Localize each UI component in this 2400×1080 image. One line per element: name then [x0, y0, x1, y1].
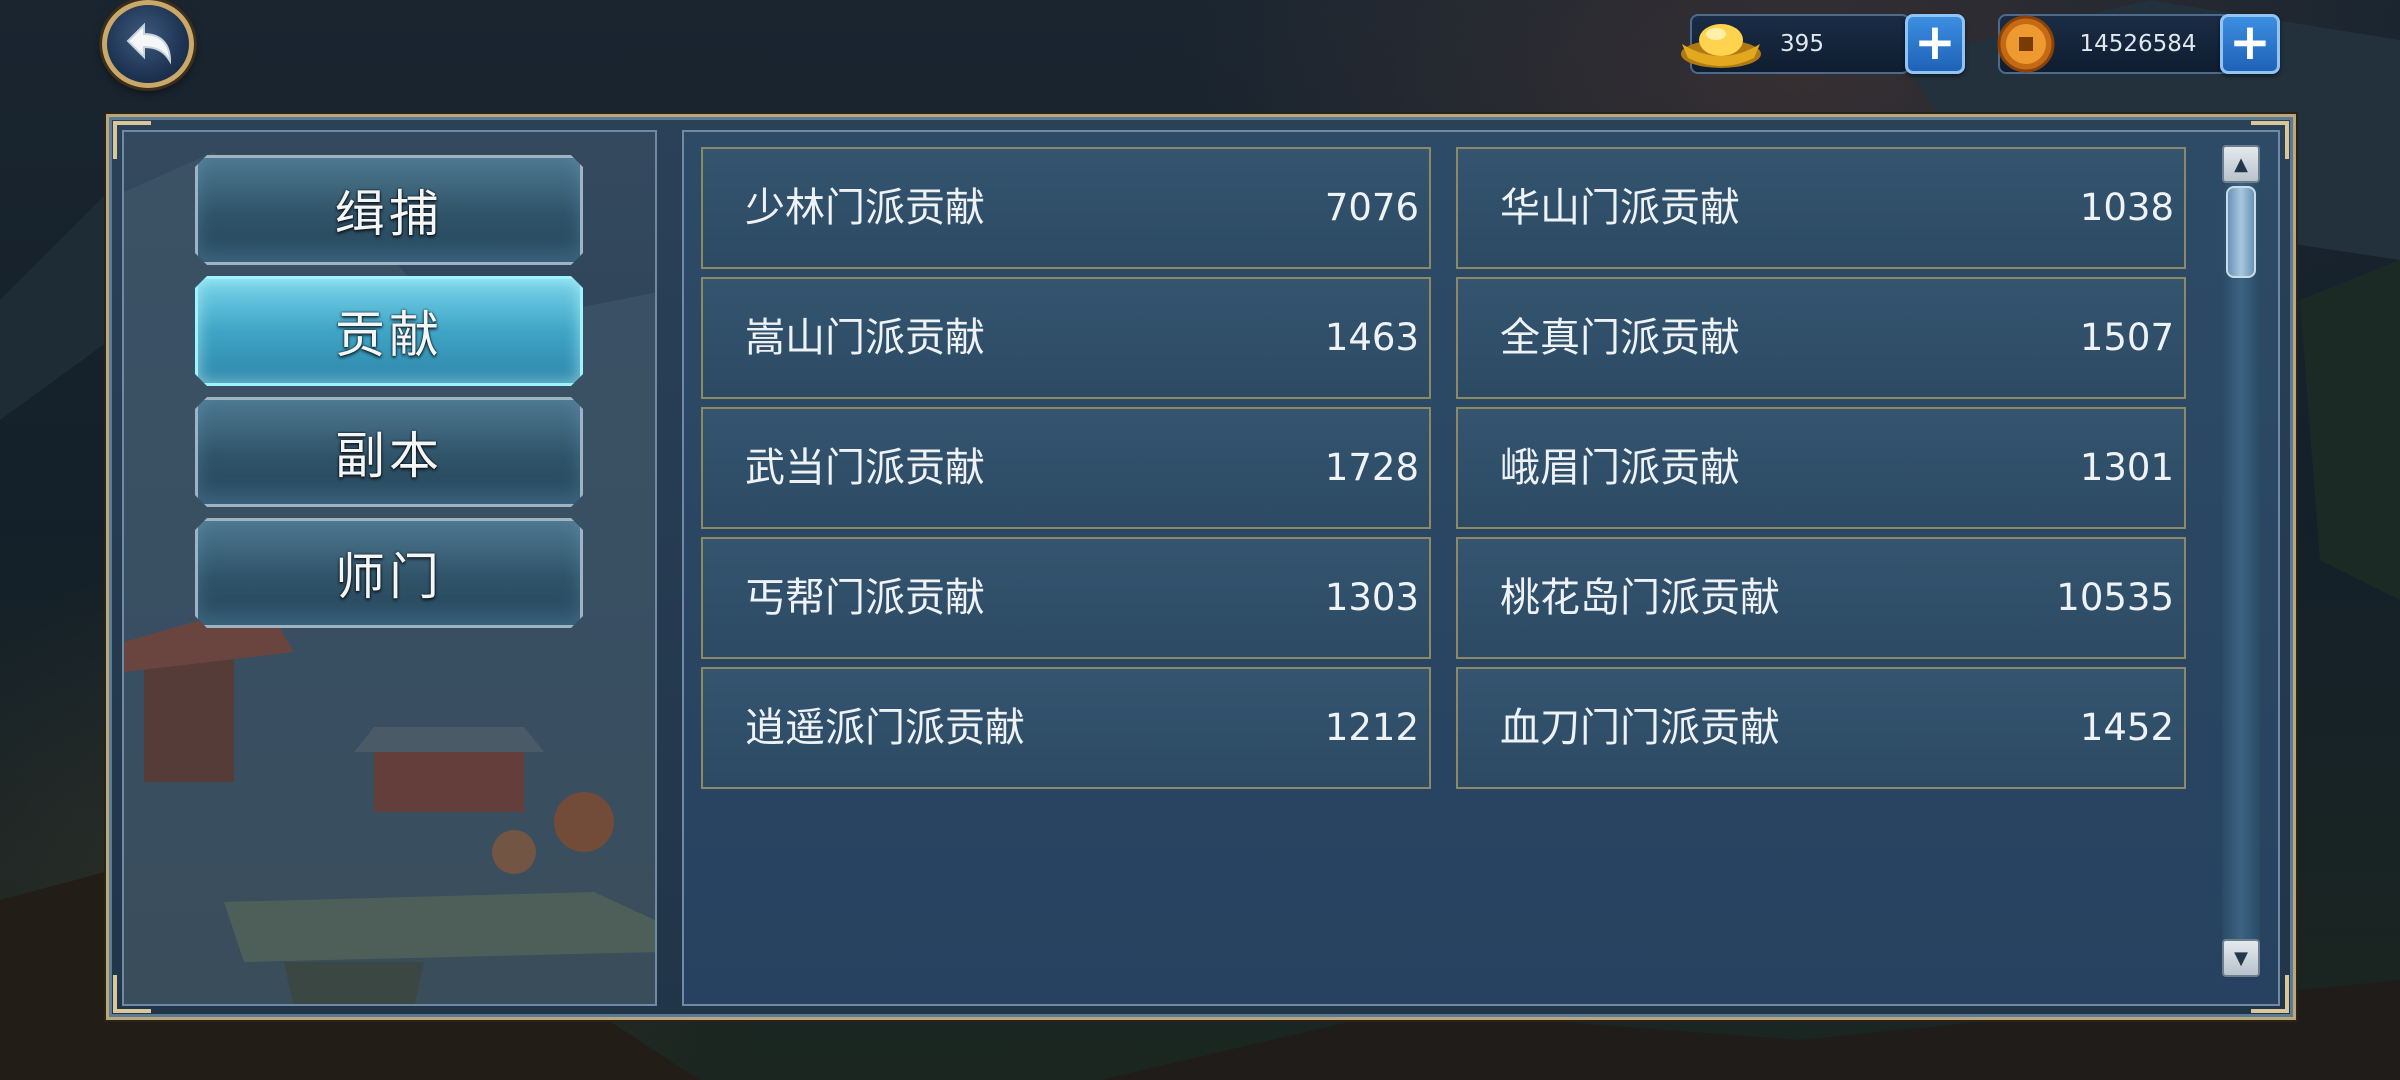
contribution-cell: 峨眉门派贡献 1301 — [1456, 407, 2186, 529]
sect-name: 全真门派贡献 — [1500, 315, 1740, 361]
back-button[interactable] — [102, 0, 194, 88]
contribution-value: 7076 — [1324, 186, 1419, 229]
copper-coin-icon — [1997, 15, 2055, 73]
contribution-value: 1728 — [1324, 446, 1419, 489]
contribution-cell: 少林门派贡献 7076 — [701, 147, 1431, 269]
sect-name: 华山门派贡献 — [1500, 185, 1740, 231]
tab-contribution[interactable]: 贡献 — [195, 276, 583, 386]
contribution-cell: 血刀门门派贡献 1452 — [1456, 667, 2186, 789]
copper-coin-amount: 14526584 — [2079, 31, 2197, 57]
sect-name: 丐帮门派贡献 — [745, 575, 985, 621]
sect-name: 桃花岛门派贡献 — [1500, 575, 1780, 621]
arrow-down-icon: ▼ — [2234, 947, 2248, 969]
sect-name: 逍遥派门派贡献 — [745, 705, 1025, 751]
tab-sect-label: 师门 — [335, 548, 443, 606]
add-gold-ingot-button[interactable]: + — [1905, 14, 1965, 74]
contribution-cell: 嵩山门派贡献 1463 — [701, 277, 1431, 399]
sect-name: 武当门派贡献 — [745, 445, 985, 491]
gold-ingot-icon — [1681, 24, 1761, 68]
contribution-cell: 丐帮门派贡献 1303 — [701, 537, 1431, 659]
sect-name: 少林门派贡献 — [745, 185, 985, 231]
tab-capture-label: 缉捕 — [335, 185, 443, 243]
contribution-value: 1301 — [2079, 446, 2174, 489]
contribution-value: 1038 — [2079, 186, 2174, 229]
sect-name: 峨眉门派贡献 — [1500, 445, 1740, 491]
sect-name: 嵩山门派贡献 — [745, 315, 985, 361]
contribution-value: 1463 — [1324, 316, 1419, 359]
tab-dungeon-label: 副本 — [335, 427, 443, 485]
contribution-cell: 华山门派贡献 1038 — [1456, 147, 2186, 269]
contribution-cell: 武当门派贡献 1728 — [701, 407, 1431, 529]
contribution-value: 1212 — [1324, 706, 1419, 749]
contribution-value: 1303 — [1324, 576, 1419, 619]
contribution-value: 1507 — [2079, 316, 2174, 359]
contribution-cell: 逍遥派门派贡献 1212 — [701, 667, 1431, 789]
contribution-cell: 桃花岛门派贡献 10535 — [1456, 537, 2186, 659]
scroll-down-button[interactable]: ▼ — [2222, 939, 2260, 977]
tab-capture[interactable]: 缉捕 — [195, 155, 583, 265]
add-copper-coin-button[interactable]: + — [2220, 14, 2280, 74]
tab-contribution-label: 贡献 — [335, 306, 443, 364]
contribution-cell: 全真门派贡献 1507 — [1456, 277, 2186, 399]
sect-name: 血刀门门派贡献 — [1500, 705, 1780, 751]
arrow-up-icon: ▲ — [2234, 153, 2248, 175]
tab-sect[interactable]: 师门 — [195, 518, 583, 628]
tab-dungeon[interactable]: 副本 — [195, 397, 583, 507]
contribution-value: 10535 — [2056, 576, 2174, 619]
back-arrow-icon — [126, 22, 172, 65]
contribution-value: 1452 — [2079, 706, 2174, 749]
scrollbar-thumb[interactable] — [2226, 186, 2256, 278]
scroll-up-button[interactable]: ▲ — [2222, 145, 2260, 183]
